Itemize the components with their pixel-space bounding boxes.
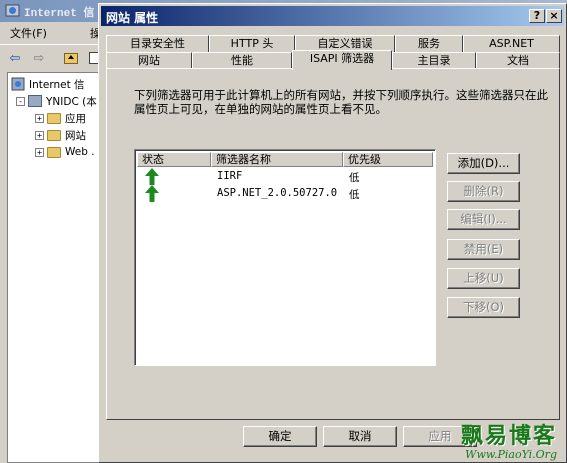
iis-globe-icon xyxy=(11,77,25,91)
folder-icon xyxy=(47,129,61,141)
tree-item-label: 网站 xyxy=(65,129,86,142)
tab-http-headers[interactable]: HTTP 头 xyxy=(209,35,295,53)
filters-description: 下列筛选器可用于此计算机上的所有网站，并按下列顺序执行。这些筛选器只在此属性页上… xyxy=(134,88,548,116)
filter-name-cell: IIRF xyxy=(217,170,243,182)
iis-manager-title: Internet 信 xyxy=(24,8,95,20)
expand-icon[interactable]: + xyxy=(35,147,44,157)
back-arrow-icon[interactable]: ⇦ xyxy=(6,49,24,67)
iis-toolbar: ⇦ ⇨ xyxy=(0,44,101,70)
disable-filter-button[interactable]: 禁用(E) xyxy=(447,239,520,260)
isapi-filters-panel: 下列筛选器可用于此计算机上的所有网站，并按下列顺序执行。这些筛选器只在此属性页上… xyxy=(106,68,560,420)
tab-directory-security[interactable]: 目录安全性 xyxy=(106,35,209,53)
tree-item-iis-root[interactable]: Internet 信 xyxy=(11,76,85,92)
tab-isapi-filters[interactable]: ISAPI 筛选器 xyxy=(292,50,392,70)
menu-file[interactable]: 文件(F) xyxy=(10,25,47,41)
watermark-url: Www.PiaoYi.Org xyxy=(465,448,557,461)
tree-item-websites[interactable]: + 网站 xyxy=(35,127,86,143)
collapse-icon[interactable]: - xyxy=(16,96,25,106)
dialog-title: 网站 属性 xyxy=(106,11,159,25)
watermark-logo: 飘易博客 Www.PiaoYi.Org xyxy=(461,418,557,461)
folder-icon xyxy=(47,112,61,124)
tree-item-web-extensions[interactable]: + Web . xyxy=(35,144,95,160)
column-header-status[interactable]: 状态 xyxy=(137,152,211,167)
loaded-up-arrow-icon xyxy=(145,185,159,202)
table-row[interactable]: ASP.NET_2.0.50727.0 低 xyxy=(137,185,433,202)
server-icon xyxy=(28,95,42,107)
expand-icon[interactable]: + xyxy=(35,113,44,123)
dialog-titlebar: 网站 属性 ? × xyxy=(101,6,564,26)
edit-filter-button[interactable]: 编辑(I)... xyxy=(447,209,520,230)
folder-icon xyxy=(47,146,61,158)
priority-cell: 低 xyxy=(349,189,360,201)
iis-app-icon xyxy=(5,4,20,17)
tree-item-label: 应用 xyxy=(65,112,86,125)
tab-aspnet[interactable]: ASP.NET xyxy=(463,35,560,53)
tab-service[interactable]: 服务 xyxy=(395,35,463,53)
move-down-button[interactable]: 下移(O) xyxy=(447,297,520,318)
column-header-priority[interactable]: 优先级 xyxy=(343,152,433,167)
filter-name-cell: ASP.NET_2.0.50727.0 xyxy=(217,187,338,199)
close-button[interactable]: × xyxy=(546,9,562,23)
website-properties-dialog: 网站 属性 ? × 目录安全性 HTTP 头 自定义错误 服务 ASP.NET … xyxy=(98,3,567,463)
tree-item-app-pools[interactable]: + 应用 xyxy=(35,110,86,126)
move-up-button[interactable]: 上移(U) xyxy=(447,268,520,289)
cancel-button[interactable]: 取消 xyxy=(323,426,397,447)
ok-button[interactable]: 确定 xyxy=(243,426,317,447)
forward-arrow-icon[interactable]: ⇨ xyxy=(30,49,48,67)
tree-item-label: YNIDC (本 xyxy=(46,95,97,108)
add-filter-button[interactable]: 添加(D)... xyxy=(447,153,520,174)
priority-cell: 低 xyxy=(349,172,360,184)
loaded-up-arrow-icon xyxy=(145,168,159,185)
tree-item-server[interactable]: - YNIDC (本 xyxy=(16,93,97,109)
table-row[interactable]: IIRF 低 xyxy=(137,168,433,185)
column-header-filter-name[interactable]: 筛选器名称 xyxy=(211,152,343,167)
up-folder-icon[interactable] xyxy=(62,49,80,67)
tree-item-label: Internet 信 xyxy=(29,78,85,91)
iis-menubar: 文件(F) 操 xyxy=(0,22,101,44)
remove-filter-button[interactable]: 删除(R) xyxy=(447,181,520,202)
expand-icon[interactable]: + xyxy=(35,130,44,140)
console-tree[interactable]: Internet 信 - YNIDC (本 + 应用 + 网站 + Web . xyxy=(7,72,102,463)
filters-list[interactable]: 状态 筛选器名称 优先级 IIRF 低 ASP.NET_2.0.50727.0 … xyxy=(134,149,436,366)
tree-item-label: Web . xyxy=(65,146,95,158)
help-button[interactable]: ? xyxy=(529,9,545,23)
watermark-title: 飘易博客 xyxy=(460,423,557,449)
